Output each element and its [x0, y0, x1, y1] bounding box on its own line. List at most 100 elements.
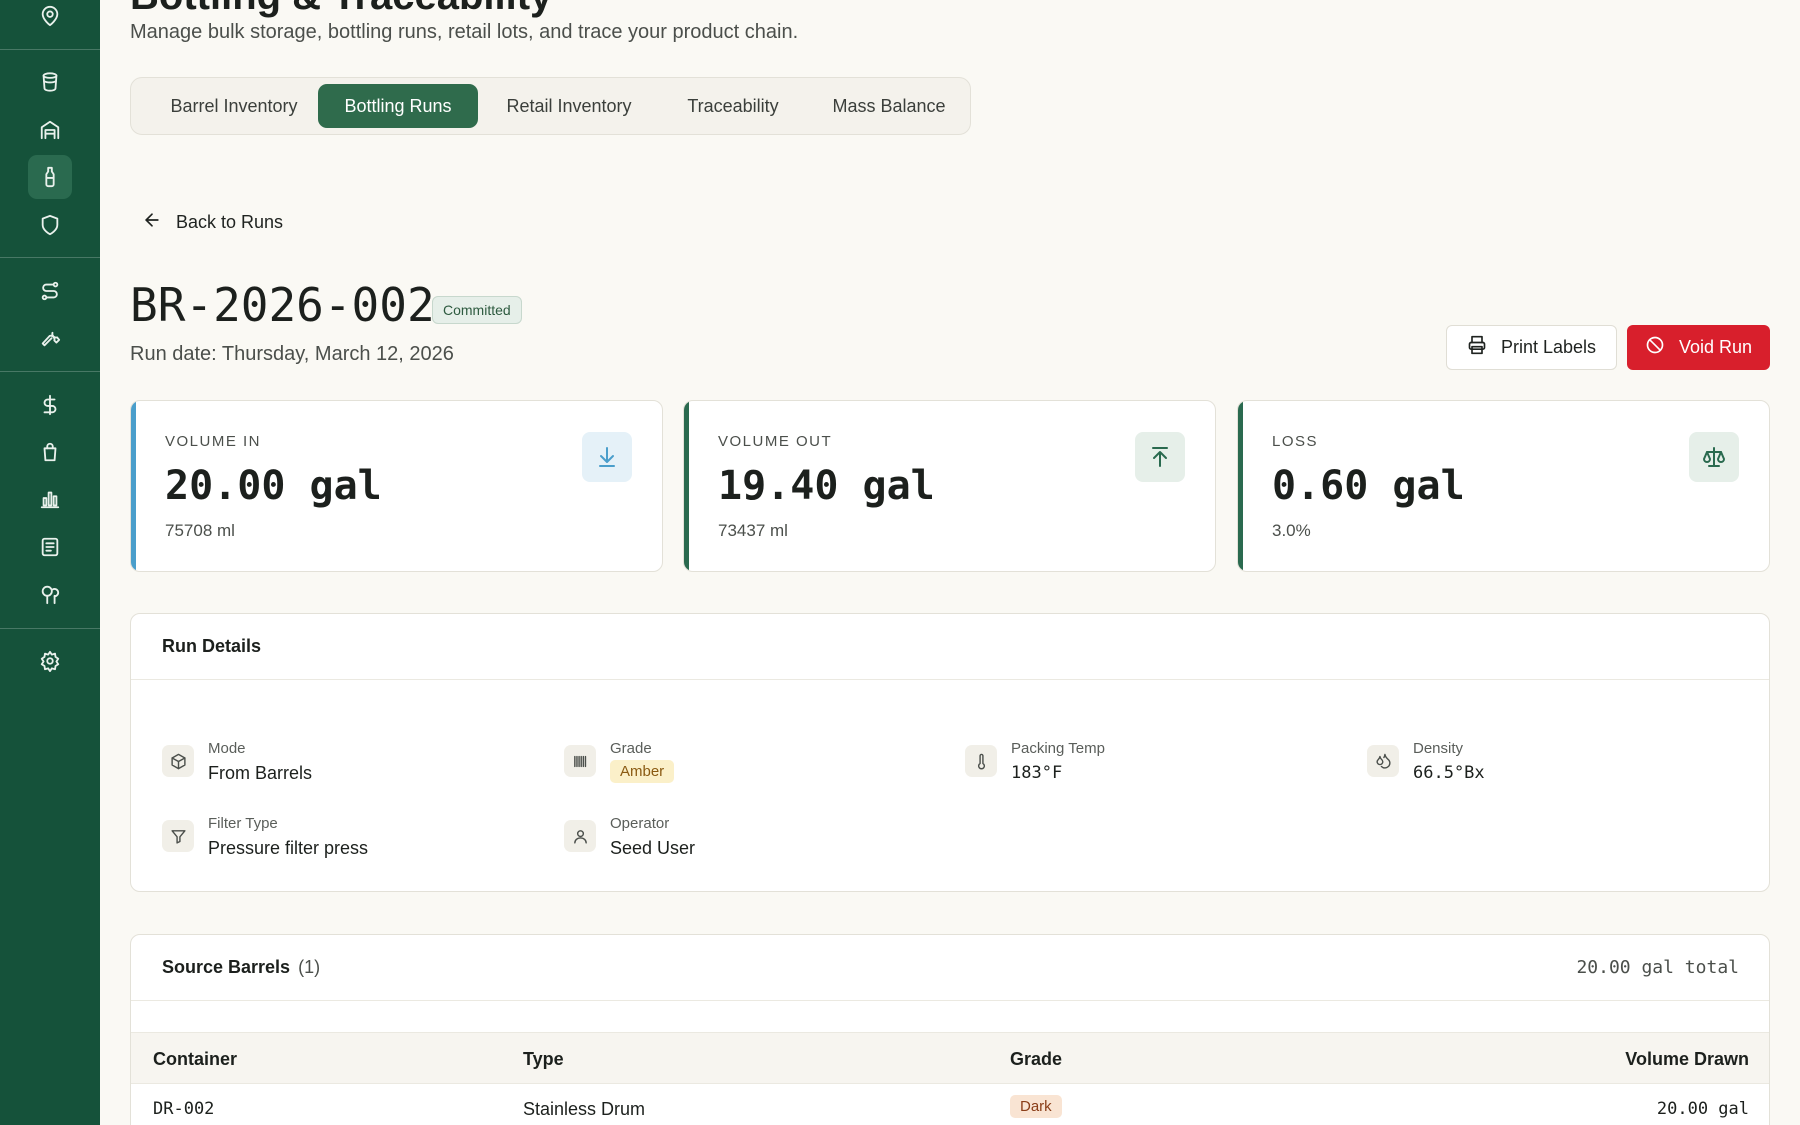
card-count: (1) — [298, 957, 321, 977]
stat-sub: 75708 ml — [165, 521, 235, 540]
stat-card-volume-out: VOLUME OUT 19.40 gal 73437 ml — [683, 400, 1216, 572]
ban-icon — [1645, 335, 1665, 360]
stat-label: VOLUME OUT — [718, 433, 833, 450]
card-title: Source Barrels (1) — [162, 957, 320, 978]
card-title: Run Details — [162, 636, 262, 656]
barcode-icon — [564, 745, 596, 777]
tab-traceability[interactable]: Traceability — [660, 84, 806, 128]
detail-value: 66.5°Bx — [1413, 763, 1485, 783]
stat-card-loss: LOSS 0.60 gal 3.0% — [1237, 400, 1770, 572]
detail-label: Packing Temp — [1011, 740, 1105, 757]
upload-icon — [1135, 432, 1185, 482]
filter-icon — [162, 820, 194, 852]
user-icon — [564, 820, 596, 852]
tab-barrel-inventory[interactable]: Barrel Inventory — [137, 84, 331, 128]
table-header: Container Type Grade Volume Drawn — [131, 1032, 1769, 1084]
status-badge: Committed — [432, 296, 522, 324]
void-run-button[interactable]: Void Run — [1627, 325, 1770, 370]
sidebar-divider — [0, 257, 100, 258]
detail-density: Density 66.5°Bx — [1367, 740, 1485, 783]
shield-icon[interactable] — [28, 203, 72, 247]
detail-value: Pressure filter press — [208, 838, 369, 858]
card-header: Source Barrels (1) 20.00 gal total — [131, 935, 1769, 1001]
stat-label: VOLUME IN — [165, 433, 262, 450]
stat-card-volume-in: VOLUME IN 20.00 gal 75708 ml — [130, 400, 663, 572]
run-details-card: Run Details Mode From Barrels Grade Ambe… — [130, 613, 1770, 892]
page-title: Bottling & Traceability — [130, 0, 552, 19]
box-icon — [162, 745, 194, 777]
tab-mass-balance[interactable]: Mass Balance — [811, 84, 967, 128]
card-accent — [1238, 401, 1243, 571]
stat-sub: 3.0% — [1272, 521, 1311, 540]
detail-packing-temp: Packing Temp 183°F — [965, 740, 1105, 783]
scale-icon — [1689, 432, 1739, 482]
cell-volume: 20.00 gal — [1656, 1099, 1749, 1119]
card-title-text: Source Barrels — [162, 957, 291, 977]
detail-filter-type: Filter Type Pressure filter press — [162, 815, 368, 859]
sidebar-divider — [0, 628, 100, 629]
source-barrels-card: Source Barrels (1) 20.00 gal total Contai… — [130, 934, 1770, 1125]
detail-value: From Barrels — [208, 763, 313, 783]
main-content: Bottling & Traceability Manage bulk stor… — [130, 0, 1770, 1125]
back-to-runs-link[interactable]: Back to Runs — [142, 210, 283, 235]
void-run-label: Void Run — [1678, 337, 1753, 357]
detail-label: Density — [1413, 740, 1464, 757]
bar-chart-icon[interactable] — [28, 477, 72, 521]
grade-badge: Dark — [1010, 1095, 1062, 1118]
sidebar — [0, 0, 100, 1125]
column-header[interactable]: Volume Drawn — [1625, 1049, 1749, 1070]
dollar-icon[interactable] — [28, 383, 72, 427]
wrench-icon[interactable] — [28, 316, 72, 360]
stat-value: 0.60 gal — [1272, 463, 1465, 509]
settings-icon[interactable] — [28, 639, 72, 683]
warehouse-icon[interactable] — [28, 108, 72, 152]
trees-icon[interactable] — [28, 572, 72, 616]
grade-badge: Amber — [610, 760, 675, 783]
stat-label: LOSS — [1272, 433, 1319, 450]
tab-bar: Barrel Inventory Bottling Runs Retail In… — [130, 77, 971, 135]
detail-label: Filter Type — [208, 815, 278, 832]
tab-retail-inventory[interactable]: Retail Inventory — [483, 84, 655, 128]
droplets-icon — [1367, 745, 1399, 777]
detail-value: Seed User — [610, 838, 696, 858]
barrel-icon[interactable] — [28, 60, 72, 104]
cell-container: DR-002 — [153, 1099, 215, 1119]
bottle-icon[interactable] — [28, 155, 72, 199]
column-header[interactable]: Type — [523, 1049, 564, 1070]
detail-label: Grade — [610, 740, 652, 757]
back-label: Back to Runs — [176, 212, 284, 232]
card-accent — [684, 401, 689, 571]
arrow-left-icon — [142, 210, 162, 235]
download-icon — [582, 432, 632, 482]
tab-bottling-runs[interactable]: Bottling Runs — [318, 84, 478, 128]
thermometer-icon — [965, 745, 997, 777]
run-date: Run date: Thursday, March 12, 2026 — [130, 343, 454, 365]
card-header: Run Details — [131, 614, 1769, 680]
run-id: BR-2026-002 — [130, 278, 435, 332]
cell-grade: Dark — [1010, 1095, 1062, 1118]
page-subtitle: Manage bulk storage, bottling runs, reta… — [130, 21, 799, 43]
detail-label: Mode — [208, 740, 246, 757]
detail-value: 183°F — [1011, 763, 1063, 783]
print-labels-button[interactable]: Print Labels — [1446, 325, 1617, 370]
stat-sub: 73437 ml — [718, 521, 788, 540]
stat-value: 20.00 gal — [165, 463, 382, 509]
location-pin-icon[interactable] — [28, 0, 72, 38]
route-icon[interactable] — [28, 269, 72, 313]
contacts-icon[interactable] — [28, 525, 72, 569]
cell-type: Stainless Drum — [523, 1099, 646, 1119]
detail-operator: Operator Seed User — [564, 815, 695, 859]
sidebar-divider — [0, 371, 100, 372]
column-header[interactable]: Container — [153, 1049, 237, 1070]
stat-value: 19.40 gal — [718, 463, 935, 509]
detail-mode: Mode From Barrels — [162, 740, 312, 784]
detail-grade: Grade Amber — [564, 740, 675, 783]
printer-icon — [1467, 335, 1487, 360]
card-accent — [131, 401, 136, 571]
shopping-bag-icon[interactable] — [28, 430, 72, 474]
print-labels-label: Print Labels — [1500, 337, 1597, 357]
sidebar-divider — [0, 49, 100, 50]
total-volume: 20.00 gal total — [1576, 957, 1739, 978]
detail-label: Operator — [610, 815, 670, 832]
column-header[interactable]: Grade — [1010, 1049, 1062, 1070]
